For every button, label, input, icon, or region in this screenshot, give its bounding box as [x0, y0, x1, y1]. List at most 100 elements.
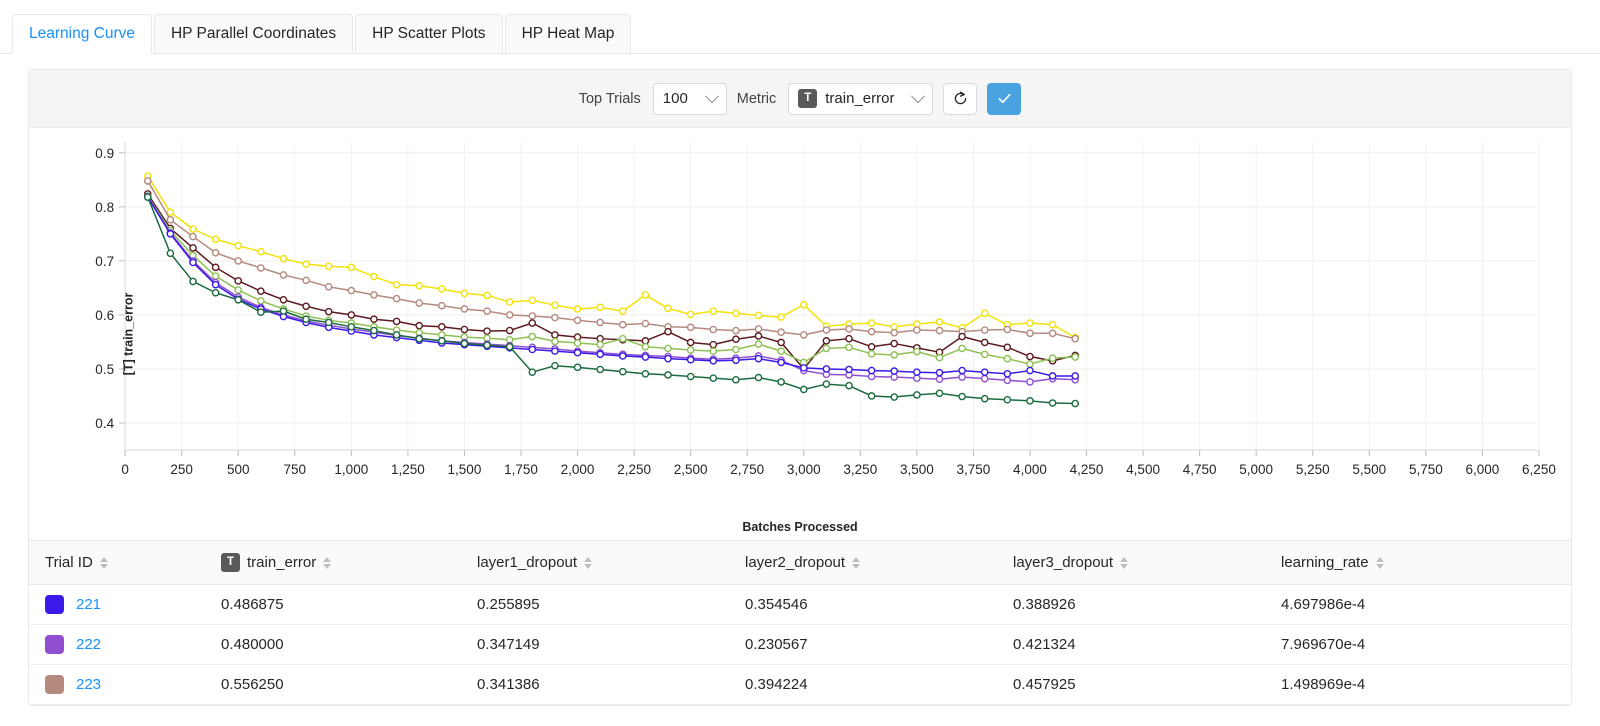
series-point [460, 289, 469, 298]
series-point [686, 346, 695, 354]
chart-y-axis-label: [T] train_error [121, 292, 136, 376]
series-point [799, 385, 808, 394]
sort-icon[interactable] [852, 556, 861, 569]
series-point [166, 208, 175, 217]
series-point [822, 326, 831, 334]
tab-learning-curve[interactable]: Learning Curve [12, 14, 152, 54]
series-point [799, 331, 808, 339]
metric-label: Metric [736, 90, 777, 107]
series-point [867, 319, 876, 327]
column-header-learning-rate[interactable]: learning_rate [1265, 540, 1571, 585]
table-row[interactable]: 223 0.556250 0.341386 0.394224 0.457925 1.498… [29, 664, 1571, 705]
series-point [845, 343, 853, 352]
tab-hp-parallel-coordinates[interactable]: HP Parallel Coordinates [153, 14, 354, 54]
cell-layer3-dropout: 0.421324 [997, 624, 1265, 665]
x-axis-tick-label: 3,500 [900, 462, 934, 477]
series-point [211, 280, 220, 289]
series-point [867, 342, 876, 351]
series-point [1071, 353, 1080, 361]
series-point [551, 301, 559, 309]
metric-select[interactable]: T train_error [788, 82, 934, 115]
series-point [1026, 378, 1034, 386]
series-point [732, 345, 740, 354]
x-axis-tick-label: 2,000 [561, 462, 595, 477]
sort-icon[interactable] [323, 556, 332, 569]
trial-id-link[interactable]: 221 [76, 596, 101, 613]
series-point [234, 286, 243, 294]
column-label: layer1_dropout [477, 554, 578, 571]
x-axis-tick-label: 3,250 [843, 462, 877, 477]
series-point [505, 298, 514, 306]
x-axis-tick-label: 2,500 [674, 462, 708, 477]
trials-table-head: Trial ID T train_error layer1_dropout la… [29, 540, 1571, 585]
series-point [980, 326, 989, 334]
series-point [370, 291, 378, 299]
sort-icon[interactable] [584, 556, 593, 569]
cell-trial-id: 223 [29, 664, 205, 705]
tab-hp-scatter-plots[interactable]: HP Scatter Plots [355, 14, 503, 54]
series-point [732, 375, 740, 384]
learning-curve-panel: Top Trials 100 Metric T train_error 0.4 0… [28, 69, 1572, 706]
series-point [1026, 329, 1034, 338]
x-axis-tick-label: 4,500 [1126, 462, 1160, 477]
series-point [596, 350, 604, 359]
series-point [641, 291, 650, 299]
series-point [257, 297, 265, 305]
cell-trial-id: 221 [29, 584, 205, 625]
column-header-layer1-dropout[interactable]: layer1_dropout [461, 540, 729, 585]
check-icon [998, 93, 1011, 104]
series-point [1071, 372, 1080, 380]
refresh-button[interactable] [943, 82, 978, 115]
sort-icon[interactable] [1375, 556, 1384, 569]
x-axis-tick-label: 1,750 [504, 462, 538, 477]
series-point [777, 328, 785, 337]
series-point [935, 326, 944, 335]
column-header-train-error[interactable]: T train_error [205, 540, 461, 585]
series-point [958, 344, 966, 353]
table-row[interactable]: 222 0.480000 0.347149 0.230567 0.421324 7.969… [29, 624, 1571, 665]
series-point [732, 309, 740, 318]
apply-button[interactable] [987, 82, 1022, 115]
sort-icon[interactable] [99, 556, 108, 569]
series-point [754, 325, 763, 333]
series-point [935, 368, 944, 377]
series-point [958, 332, 966, 341]
series-point [958, 366, 966, 375]
x-axis-tick-label: 2,250 [617, 462, 651, 477]
series-point [596, 303, 604, 312]
series-point [845, 381, 853, 390]
trial-id-link[interactable]: 222 [76, 636, 101, 653]
tab-hp-heat-map[interactable]: HP Heat Map [504, 14, 632, 54]
series-point [324, 283, 333, 291]
series-point [1048, 372, 1057, 380]
series-line [146, 196, 1076, 377]
series-point [1048, 329, 1057, 338]
series-point [1003, 395, 1012, 404]
column-header-layer2-dropout[interactable]: layer2_dropout [729, 540, 997, 585]
cell-layer1-dropout: 0.341386 [461, 664, 729, 705]
sort-icon[interactable] [1120, 556, 1129, 569]
series-point [415, 299, 424, 307]
series-point [935, 318, 944, 326]
series-point [913, 326, 921, 334]
series-point [143, 193, 152, 201]
cell-train-error: 0.480000 [205, 624, 461, 665]
series-point [302, 315, 310, 324]
y-axis-tick-label: 0.6 [95, 308, 114, 323]
series-point [867, 327, 876, 336]
series-point [324, 307, 333, 316]
trials-table: Trial ID T train_error layer1_dropout la… [29, 540, 1571, 705]
top-trials-select[interactable]: 100 [652, 82, 727, 115]
series-point [596, 365, 604, 374]
series-point [890, 367, 899, 375]
series-point [686, 355, 695, 364]
table-row[interactable]: 221 0.486875 0.255895 0.354546 0.388926 4.697… [29, 584, 1571, 625]
column-header-layer3-dropout[interactable]: layer3_dropout [997, 540, 1265, 585]
column-header-trial-id[interactable]: Trial ID [29, 540, 205, 585]
series-point [1003, 370, 1012, 378]
series-point [302, 302, 310, 311]
trial-id-link[interactable]: 223 [76, 676, 101, 693]
x-axis-tick-label: 3,000 [787, 462, 821, 477]
cell-layer2-dropout: 0.394224 [729, 664, 997, 705]
cell-layer2-dropout: 0.230567 [729, 624, 997, 665]
